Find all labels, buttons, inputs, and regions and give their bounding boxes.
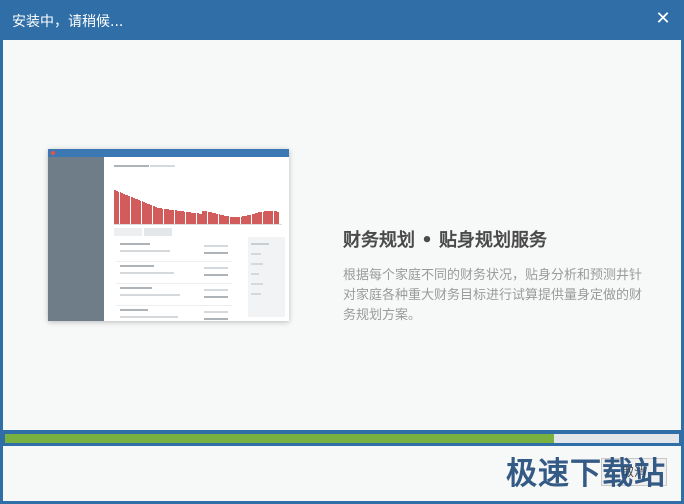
install-progress-bar: [5, 434, 679, 443]
installer-window: 安装中，请稍候... ✕ 财务规划 • 贴身规划服务 根据每个家庭不同的财务状况…: [0, 0, 684, 504]
window-title: 安装中，请稍候...: [12, 14, 124, 30]
feature-preview-image: [48, 149, 289, 321]
feature-description: 根据每个家庭不同的财务状况，贴身分析和预测井针对家庭各种重大财务目标进行试算提供…: [343, 268, 643, 323]
mini-bar-chart: [114, 179, 282, 225]
title-bar: 安装中，请稍候... ✕: [0, 0, 684, 40]
mini-bar: [277, 211, 279, 224]
feature-headline: 财务规划 • 贴身规划服务: [343, 230, 548, 251]
close-icon[interactable]: ✕: [652, 8, 674, 30]
watermark: 极速下载站: [506, 456, 666, 492]
content-area: 财务规划 • 贴身规划服务 根据每个家庭不同的财务状况，贴身分析和预测井针对家庭…: [3, 40, 681, 430]
install-progress-fill: [5, 434, 555, 443]
